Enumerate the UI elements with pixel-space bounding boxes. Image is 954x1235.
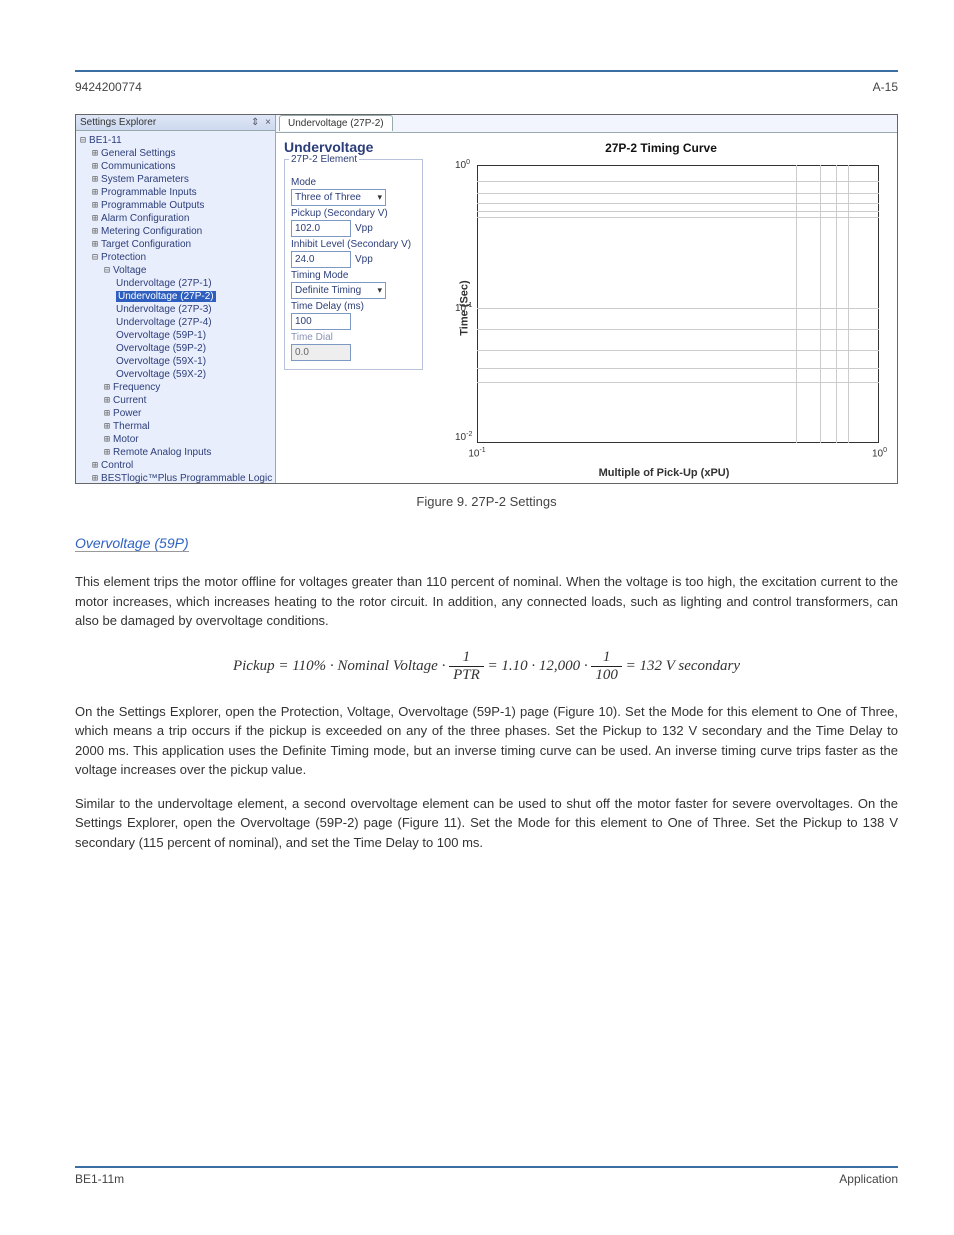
paragraph-2: On the Settings Explorer, open the Prote… [75,702,898,780]
time-dial-input: 0.0 [291,344,351,361]
chart-plot-area [477,165,879,443]
tree-item[interactable]: Overvoltage (59P-1) [116,330,206,341]
header-left: 9424200774 [75,80,142,94]
timing-mode-select[interactable]: Definite Timing [291,282,386,299]
time-delay-label: Time Delay (ms) [291,301,416,312]
inhibit-label: Inhibit Level (Secondary V) [291,239,416,250]
inhibit-unit: Vpp [355,254,373,265]
time-dial-label: Time Dial [291,332,416,343]
pickup-equation: Pickup = 110% · Nominal Voltage · 1PTR =… [75,649,898,684]
panel-heading: Undervoltage [284,139,423,155]
panel-title: Settings Explorer [80,117,156,128]
chart-xlabel: Multiple of Pick-Up (xPU) [431,467,897,479]
footer-left: BE1-11m [75,1172,124,1186]
detail-panel: Undervoltage (27P-2) Undervoltage 27P-2 … [276,115,897,483]
tab-undervoltage[interactable]: Undervoltage (27P-2) [279,115,393,131]
pickup-label: Pickup (Secondary V) [291,208,416,219]
settings-explorer-panel: Settings Explorer ⇕ × ⊟BE1-11 ⊞General S… [76,115,276,483]
inhibit-input[interactable]: 24.0 [291,251,351,268]
paragraph-1: This element trips the motor offline for… [75,572,898,631]
header-right: A-15 [873,80,898,94]
close-icon[interactable]: × [265,117,271,128]
chart-title: 27P-2 Timing Curve [435,141,887,155]
mode-select[interactable]: Three of Three [291,189,386,206]
figure-caption: Figure 9. 27P-2 Settings [75,494,898,509]
timing-mode-label: Timing Mode [291,270,416,281]
tree-item[interactable]: Undervoltage (27P-4) [116,317,212,328]
tree-item[interactable]: Undervoltage (27P-1) [116,278,212,289]
section-heading: Overvoltage (59P) [75,535,189,552]
tree-item[interactable]: Overvoltage (59X-1) [116,356,206,367]
timing-curve-chart: 27P-2 Timing Curve Time (Sec) Multiple o… [431,133,897,483]
paragraph-3: Similar to the undervoltage element, a s… [75,794,898,853]
footer-right: Application [839,1172,898,1186]
pickup-unit: Vpp [355,223,373,234]
fieldset-legend: 27P-2 Element [289,154,359,165]
time-delay-input[interactable]: 100 [291,313,351,330]
tree-item[interactable]: Overvoltage (59X-2) [116,369,206,380]
pin-icon[interactable]: ⇕ [251,117,259,128]
tree-item[interactable]: Undervoltage (27P-3) [116,304,212,315]
tree-item-selected[interactable]: Undervoltage (27P-2) [116,291,216,302]
pickup-input[interactable]: 102.0 [291,220,351,237]
settings-screenshot: Settings Explorer ⇕ × ⊟BE1-11 ⊞General S… [75,114,898,484]
mode-label: Mode [291,177,416,188]
settings-tree[interactable]: ⊟BE1-11 ⊞General Settings ⊞Communication… [76,131,275,483]
tree-item[interactable]: Overvoltage (59P-2) [116,343,206,354]
